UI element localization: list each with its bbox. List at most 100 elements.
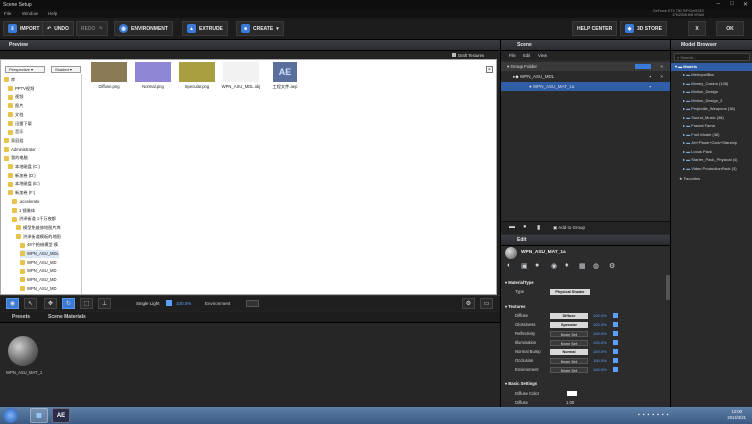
tree-item[interactable]: 洪泽街道 1千万夜都 <box>12 215 56 223</box>
close-icon[interactable]: × <box>660 72 663 81</box>
menu-help[interactable]: Help <box>48 11 57 16</box>
tree-item[interactable]: 模型免维修地图片库 <box>16 224 61 232</box>
menu-file[interactable]: File <box>4 11 11 16</box>
tree-item[interactable]: 迅雷下载 <box>8 120 32 128</box>
tree-item[interactable]: WPN_ASU_MDL <box>20 250 59 258</box>
minimize-button[interactable]: – <box>717 1 720 7</box>
texture-color-swatch[interactable] <box>613 322 618 327</box>
model-folder-item[interactable]: ▸ ▬ Fractal Fama <box>671 122 752 130</box>
close-browser-icon[interactable]: × <box>486 66 493 73</box>
tree-item[interactable]: Administrator <box>4 146 36 154</box>
eye-icon[interactable]: ▪ <box>649 82 651 91</box>
scene-row-material[interactable]: ● WPN_ASU_MAT_1a ▪ <box>501 82 671 91</box>
sphere-icon[interactable]: ● <box>535 262 539 269</box>
eye-icon[interactable]: ▪ <box>649 72 651 81</box>
diffuse-color-swatch[interactable] <box>567 391 577 396</box>
model-folder-item[interactable]: ▸ ▬ Starter_Pack_Physical (4) <box>671 156 752 164</box>
environment-button[interactable]: ◍ ENVIRONMENT <box>114 21 173 36</box>
model-folder-item[interactable]: ▸ ▬ Sound_Music (38) <box>671 114 752 122</box>
tree-item[interactable]: 本地磁盘 (C:) <box>8 163 40 171</box>
ok-button[interactable]: OK <box>716 21 744 36</box>
grid-icon[interactable]: ▦ <box>579 262 586 270</box>
layers-icon[interactable]: ◉ <box>551 262 557 270</box>
bulb-icon[interactable]: ♦ <box>565 262 569 269</box>
favorites-item[interactable]: ★ Favorites <box>671 175 752 183</box>
visibility-toggle[interactable] <box>635 64 651 69</box>
view-combo[interactable]: Perspective ▾ <box>5 66 45 73</box>
material-type-section[interactable]: ▾ MaterialType <box>501 278 666 287</box>
model-folder-item[interactable]: ▸ ▬ Money_Casino (108) <box>671 80 752 88</box>
scene-row-group[interactable]: ▾ Group Folder × <box>501 62 671 71</box>
tree-item[interactable]: 音乐 <box>8 128 23 136</box>
tree-item[interactable]: 洪泽街道模板的地图 <box>16 233 61 241</box>
texture-color-swatch[interactable] <box>613 358 618 363</box>
scene-menu-view[interactable]: View <box>538 53 547 58</box>
tree-item[interactable]: 新加卷 (D:) <box>8 172 36 180</box>
taskbar-icon-explorer[interactable]: ▦ <box>30 408 48 423</box>
scale-icon[interactable]: ⬚ <box>80 298 93 309</box>
shade-combo[interactable]: Shaded ▾ <box>51 66 81 73</box>
move-icon[interactable]: ✥ <box>44 298 57 309</box>
ruler-icon[interactable]: ⊥ <box>98 298 111 309</box>
texture-color-swatch[interactable] <box>613 313 618 318</box>
taskbar-icon-ae[interactable]: AE <box>52 408 70 423</box>
tab-presets[interactable]: Presets <box>12 314 30 320</box>
file-thumbnail[interactable]: WPN_ASU_MDL.obj <box>221 62 261 89</box>
camera-icon[interactable]: ◉ <box>6 298 19 309</box>
model-folder-item[interactable]: ▸ ▬ Projectile_Weapons (38) <box>671 105 752 113</box>
texture-color-swatch[interactable] <box>613 331 618 336</box>
tree-item[interactable]: 家庭组 <box>4 137 24 145</box>
model-folder-item[interactable]: ▸ ▬ MetropoliBar <box>671 71 752 79</box>
texture-percent[interactable]: 100.0% <box>593 356 607 365</box>
texture-slot-button[interactable]: None Set <box>550 330 588 337</box>
select-icon[interactable]: ↖ <box>24 298 37 309</box>
texture-color-swatch[interactable] <box>613 367 618 372</box>
trash-icon[interactable]: ▮ <box>537 224 540 231</box>
tree-item[interactable]: WPN_ASU_MD <box>20 267 57 275</box>
model-folder-item[interactable]: ▸ ▬ Locus Pack <box>671 148 752 156</box>
model-folder-item[interactable]: ▸ ▬ Motion_Design_2 <box>671 97 752 105</box>
extrude-button[interactable]: ▲ EXTRUDE <box>182 21 228 36</box>
clock[interactable]: 12:00 2014/3/21 <box>727 409 746 421</box>
tree-item[interactable]: 文档 <box>8 111 23 119</box>
scene-menu-edit[interactable]: Edit <box>523 53 530 58</box>
tree-item[interactable]: 我的电脑 <box>4 154 28 162</box>
light-color-swatch[interactable] <box>166 300 172 306</box>
scene-row-mesh[interactable]: ▸◆ WPN_ASU_MDL ▪ × <box>501 72 671 81</box>
scene-menu-file[interactable]: File <box>509 53 516 58</box>
model-folder-item[interactable]: ▸ ▬ Jet+Plane+Cars+Starship <box>671 139 752 147</box>
texture-percent[interactable]: 100.0% <box>593 311 607 320</box>
tree-item[interactable]: 图片 <box>8 102 23 110</box>
rotate-icon[interactable]: ↻ <box>62 298 75 309</box>
tree-item[interactable]: 1 镜像体 <box>12 207 35 215</box>
tree-item[interactable]: 本地磁盘 (E:) <box>8 180 40 188</box>
gear-icon[interactable]: ⚙ <box>609 262 615 270</box>
texture-icon[interactable]: ▣ <box>521 262 528 270</box>
maximize-button[interactable]: □ <box>730 1 734 7</box>
tree-item[interactable]: 视频 <box>8 93 23 101</box>
file-thumbnail[interactable]: Specular.png <box>177 62 217 89</box>
material-type-icon[interactable]: ◐ <box>507 262 511 269</box>
sphere-icon[interactable]: ● <box>523 224 527 230</box>
undo-button[interactable]: ↶ UNDO <box>42 21 74 36</box>
globe-icon[interactable]: ◍ <box>593 262 599 270</box>
diffuse-value[interactable]: 1.00 <box>566 398 574 407</box>
texture-percent[interactable]: 100.0% <box>593 329 607 338</box>
models-root[interactable]: ▾ ▬ Models <box>671 63 752 71</box>
close-button[interactable]: ✕ <box>743 1 748 8</box>
model-folder-item[interactable]: ▸ ▬ Motion_Design <box>671 88 752 96</box>
texture-color-swatch[interactable] <box>613 349 618 354</box>
tree-item[interactable]: WPN_ASU_MD <box>20 276 57 284</box>
texture-percent[interactable]: 100.0% <box>593 347 607 356</box>
tree-item[interactable]: 新加卷 (F:) <box>8 189 35 197</box>
texture-slot-button[interactable]: Normal <box>550 348 588 355</box>
file-thumbnail[interactable]: Diffuse.png <box>89 62 129 89</box>
tree-item[interactable]: 库 <box>4 76 15 84</box>
texture-slot-button[interactable]: None Set <box>550 366 588 373</box>
basic-settings-section[interactable]: ▾ Basic Settings <box>501 379 666 388</box>
file-thumbnail[interactable]: AE 工程文件.aep <box>265 62 305 90</box>
texture-slot-button[interactable]: None Set <box>550 357 588 364</box>
folder-icon[interactable]: ▬ <box>509 224 515 230</box>
add-to-group-button[interactable]: ▣ Add to Group <box>553 225 585 231</box>
texture-color-swatch[interactable] <box>613 340 618 345</box>
